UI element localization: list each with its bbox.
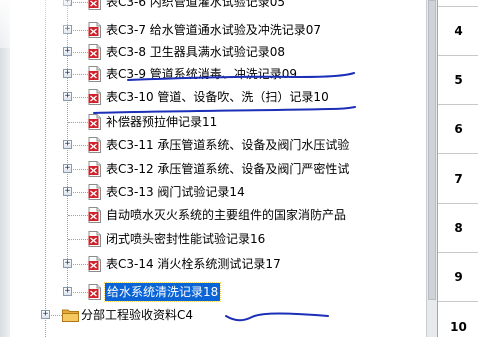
expand-toggle-icon[interactable]: + xyxy=(63,0,72,6)
tree-folder-label: 分部工程验收资料C4 xyxy=(81,308,194,322)
tree-item-label: 闭式喷头密封性能试验记录16 xyxy=(106,232,266,246)
tree-item[interactable]: + 表C3-7 给水管道通水试验及冲洗记录07 xyxy=(10,21,426,39)
tree-connector xyxy=(68,122,88,123)
tree-connector xyxy=(68,239,88,240)
expand-toggle-icon[interactable]: + xyxy=(63,140,72,149)
page-number-cell: 6 xyxy=(438,105,478,154)
pdf-file-icon xyxy=(88,207,101,223)
pdf-file-icon xyxy=(88,66,101,82)
expand-toggle-icon[interactable]: + xyxy=(63,164,72,173)
cell-divider xyxy=(438,6,478,7)
pdf-file-icon xyxy=(88,89,101,105)
folder-icon xyxy=(62,309,79,322)
tree-item[interactable]: + 给水系统清洗记录18 xyxy=(10,282,426,302)
pdf-file-icon xyxy=(88,161,101,177)
tree-item-label: 表C3-13 阀门试验记录14 xyxy=(106,185,245,199)
pdf-file-icon xyxy=(88,22,101,38)
pdf-file-icon xyxy=(88,231,101,247)
tree-item-label: 表C3-7 给水管道通水试验及冲洗记录07 xyxy=(106,23,322,37)
tree-item-label: 表C3-14 消火栓系统测试记录17 xyxy=(106,257,281,271)
tree-item-label: 表C3-11 承压管道系统、设备及阀门水压试验 xyxy=(106,138,350,152)
document-tree[interactable]: + 表C3-6 内织管道灌水试验记录05 + 表C3-7 给水管道通水试验及冲洗记录0… xyxy=(10,0,426,337)
tree-connector xyxy=(68,215,88,216)
expand-toggle-icon[interactable]: + xyxy=(63,92,72,101)
tree-item-label: 表C3-6 内织管道灌水试验记录05 xyxy=(106,0,286,9)
tree-item[interactable]: + 表C3-11 承压管道系统、设备及阀门水压试验 xyxy=(10,136,426,154)
expand-toggle-icon[interactable]: + xyxy=(63,69,72,78)
tree-item[interactable]: + 表C3-13 阀门试验记录14 xyxy=(10,183,426,201)
tree-folder-row[interactable]: + 分部工程验收资料C4 xyxy=(10,306,426,324)
page-number-cell: 10 xyxy=(450,320,467,334)
tree-item[interactable]: 闭式喷头密封性能试验记录16 xyxy=(10,230,426,248)
tree-item-label-selected: 给水系统清洗记录18 xyxy=(103,282,222,302)
pdf-file-icon xyxy=(88,44,101,60)
expand-toggle-icon[interactable]: + xyxy=(63,259,72,268)
tree-item-label: 表C3-9 管道系统消毒、冲洗记录09 xyxy=(106,67,298,81)
tree-item-label: 自动喷水灭火系统的主要组件的国家消防产品 xyxy=(106,208,347,222)
tree-item[interactable]: + 表C3-14 消火栓系统测试记录17 xyxy=(10,255,426,273)
tree-item[interactable]: 补偿器预拉伸记录11 xyxy=(10,113,426,131)
tree-item[interactable]: + 表C3-10 管道、设备吹、洗（扫）记录10 xyxy=(10,88,426,106)
tree-item[interactable]: 自动喷水灭火系统的主要组件的国家消防产品 xyxy=(10,206,426,224)
tree-item[interactable]: + 表C3-6 内织管道灌水试验记录05 xyxy=(10,0,426,11)
page-number-column: 4 5 6 7 8 9 10 xyxy=(437,0,478,337)
page-number-cell: 7 xyxy=(438,155,478,204)
page-number-cell: 5 xyxy=(438,56,478,105)
page-number-cell: 4 xyxy=(438,7,478,56)
tree-item-label: 表C3-8 卫生器具满水试验记录08 xyxy=(106,45,286,59)
tree-item-label: 表C3-10 管道、设备吹、洗（扫）记录10 xyxy=(106,90,329,104)
expand-toggle-icon[interactable]: + xyxy=(63,187,72,196)
expand-toggle-icon[interactable]: + xyxy=(63,287,72,296)
pdf-file-icon xyxy=(88,137,101,153)
expand-toggle-icon[interactable]: + xyxy=(63,25,72,34)
vertical-scrollbar[interactable] xyxy=(426,0,437,337)
pdf-file-icon xyxy=(88,0,101,10)
tree-item-label: 表C3-12 承压管道系统、设备及阀门严密性试 xyxy=(106,162,350,176)
page-number-cell: 8 xyxy=(438,204,478,253)
tree-item[interactable]: + 表C3-12 承压管道系统、设备及阀门严密性试 xyxy=(10,160,426,178)
scrollbar-thumb[interactable] xyxy=(428,0,436,300)
left-panel-edge xyxy=(0,0,10,337)
tree-item-label: 补偿器预拉伸记录11 xyxy=(106,115,218,129)
pdf-file-icon xyxy=(88,184,101,200)
tree-item[interactable]: + 表C3-8 卫生器具满水试验记录08 xyxy=(10,43,426,61)
pdf-file-icon xyxy=(88,284,101,300)
expand-toggle-icon[interactable]: + xyxy=(63,47,72,56)
pdf-file-icon xyxy=(88,256,101,272)
expand-toggle-icon[interactable]: + xyxy=(41,310,50,319)
pdf-file-icon xyxy=(88,114,101,130)
page-number-cell: 9 xyxy=(438,253,478,302)
tree-item[interactable]: + 表C3-9 管道系统消毒、冲洗记录09 xyxy=(10,65,426,83)
